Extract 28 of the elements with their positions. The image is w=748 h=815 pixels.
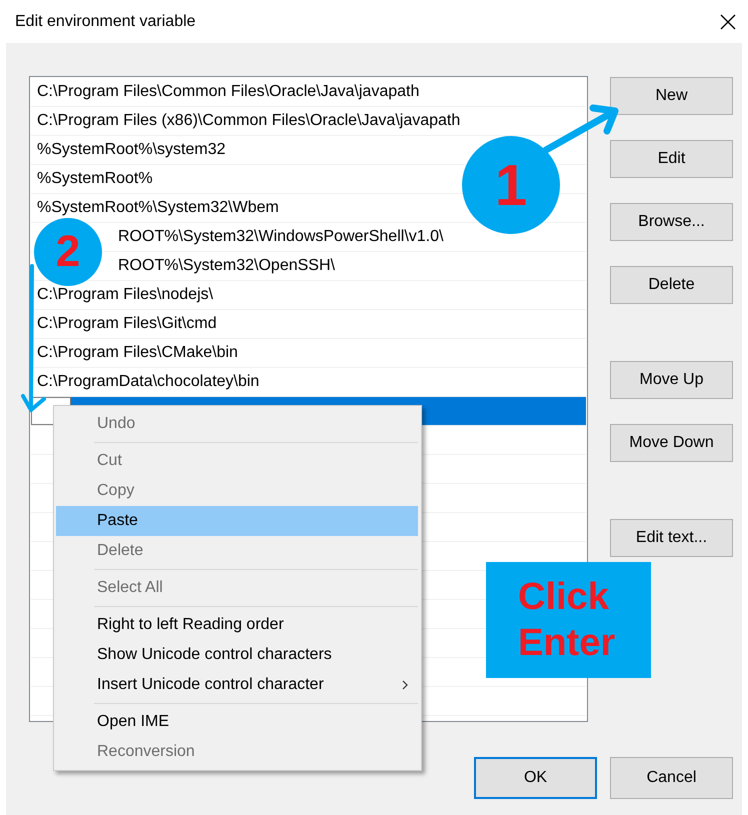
close-icon[interactable] [720, 14, 736, 30]
path-entry[interactable]: %SystemRoot%\System32\Wbem [35, 199, 281, 217]
path-entry[interactable]: %SystemRoot%\system32 [35, 141, 228, 159]
path-entry[interactable]: C:\ProgramData\chocolatey\bin [35, 373, 262, 391]
menu-item[interactable]: Right to left Reading order [56, 610, 418, 640]
side-button[interactable]: Browse... [610, 203, 733, 241]
side-button[interactable]: Move Down [610, 424, 733, 462]
dialog-button[interactable]: Cancel [610, 757, 733, 799]
instruction-note: Click Enter [486, 562, 651, 678]
path-entry[interactable]: C:\Program Files\Common Files\Oracle\Java\javapath [35, 83, 422, 101]
side-button[interactable]: Delete [610, 266, 733, 304]
path-entry[interactable]: %SystemRoot% [35, 170, 155, 188]
path-entry[interactable]: ROOT%\System32\WindowsPowerShell\v1.0\ [116, 228, 446, 246]
menu-item[interactable]: Insert Unicode control character [56, 670, 418, 700]
path-entry[interactable]: C:\Program Files\Git\cmd [35, 315, 219, 333]
dialog-button[interactable]: OK [474, 757, 597, 799]
menu-item[interactable]: Open IME [56, 707, 418, 737]
side-button[interactable]: New [610, 77, 733, 115]
path-entry[interactable]: C:\Program Files\CMake\bin [35, 344, 240, 362]
side-button[interactable]: Edit text... [610, 519, 733, 557]
menu-item[interactable]: Show Unicode control characters [56, 640, 418, 670]
path-entry[interactable]: ROOT%\System32\OpenSSH\ [116, 257, 337, 275]
side-button[interactable]: Edit [610, 140, 733, 178]
menu-item[interactable]: Paste [56, 506, 418, 536]
path-entry[interactable]: C:\Program Files (x86)\Common Files\Oracle\Java\javapath [35, 112, 462, 130]
path-entry[interactable]: C:\Program Files\nodejs\ [35, 286, 216, 304]
window-title: Edit environment variable [15, 12, 196, 32]
side-button[interactable]: Move Up [610, 361, 733, 399]
